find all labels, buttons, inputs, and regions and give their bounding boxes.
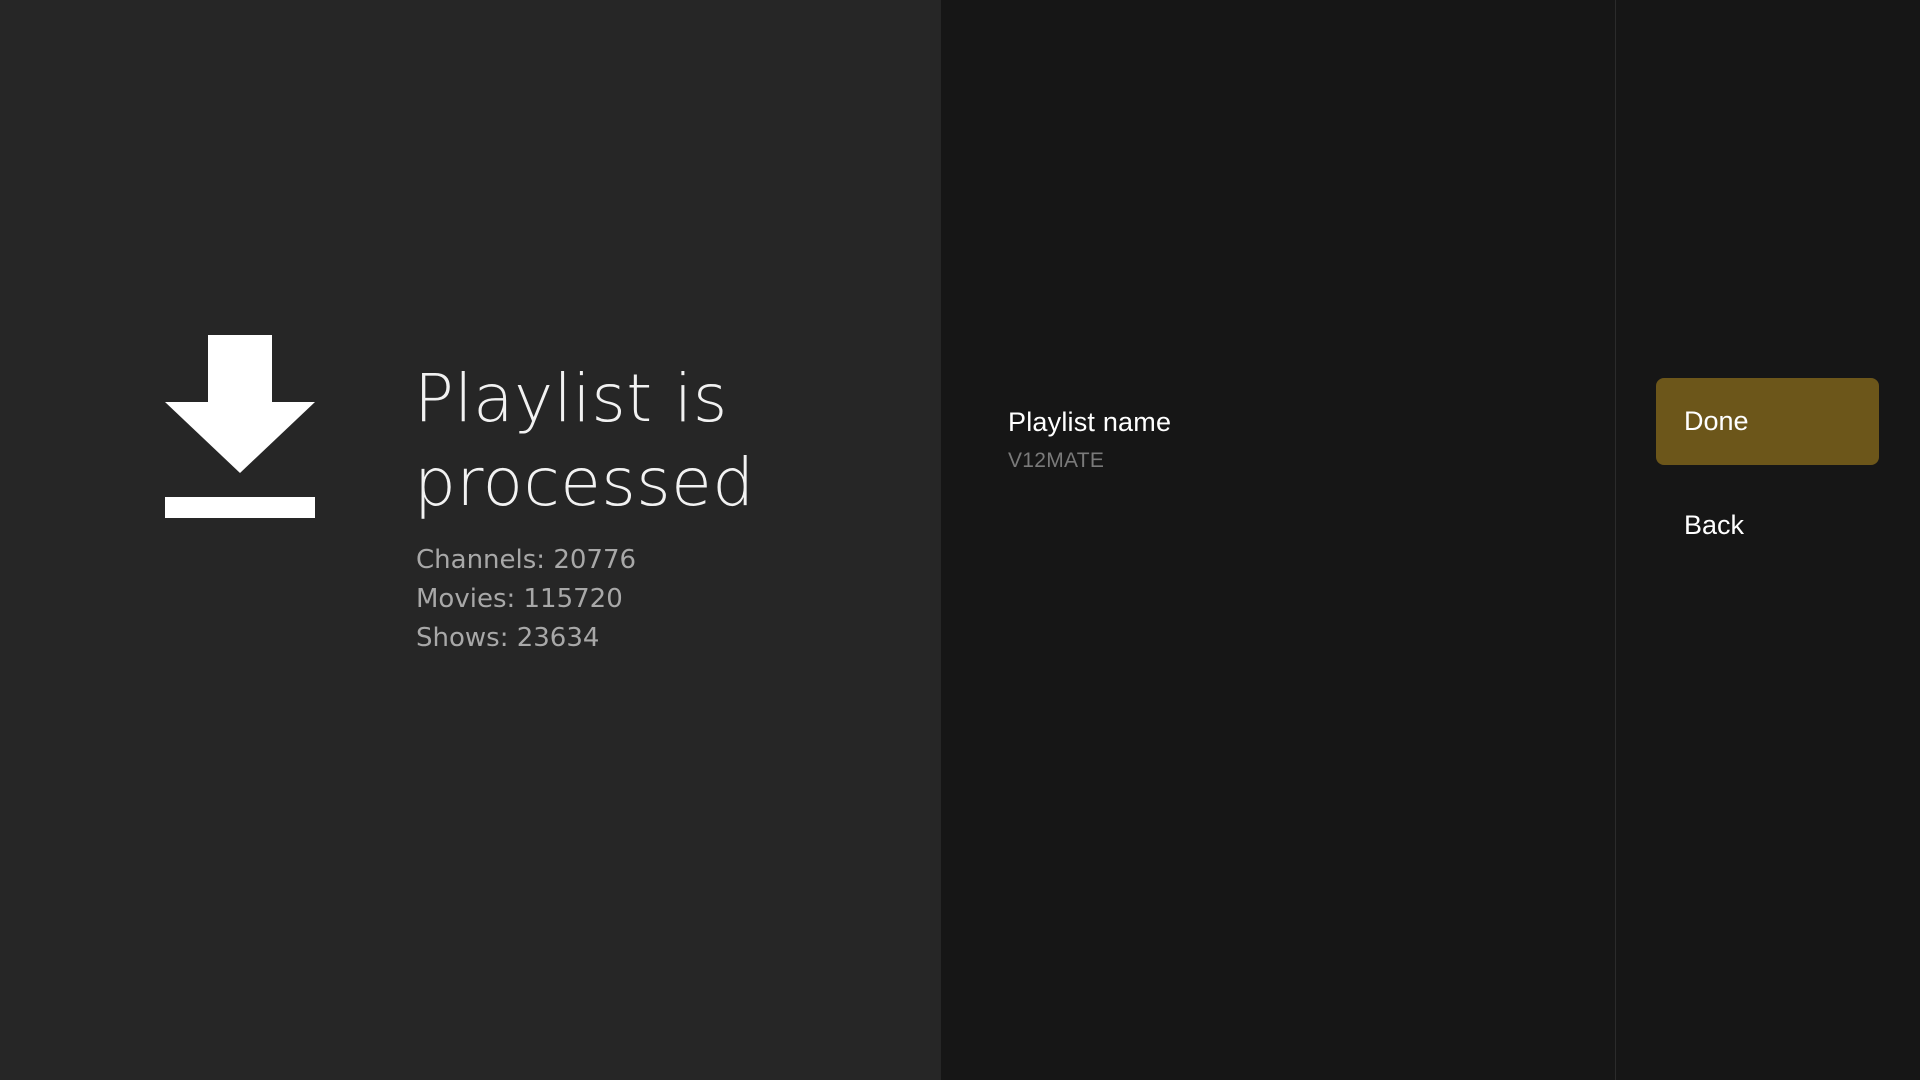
playlist-details-panel xyxy=(941,0,1615,1080)
playlist-name-value: V12MATE xyxy=(1008,449,1105,472)
movies-count: Movies: 115720 xyxy=(416,584,623,614)
shows-count: Shows: 23634 xyxy=(416,623,600,653)
playlist-name-label: Playlist name xyxy=(1008,407,1172,437)
status-title: Playlist is processed xyxy=(414,360,755,521)
back-button[interactable]: Back xyxy=(1656,482,1879,569)
playlist-stats: Channels: 20776 Movies: 115720 Shows: 23… xyxy=(416,541,636,658)
channels-count: Channels: 20776 xyxy=(416,545,637,575)
done-button[interactable]: Done xyxy=(1656,378,1879,465)
status-panel: Playlist is processed Channels: 20776 Mo… xyxy=(0,0,941,1080)
download-icon xyxy=(165,335,315,518)
